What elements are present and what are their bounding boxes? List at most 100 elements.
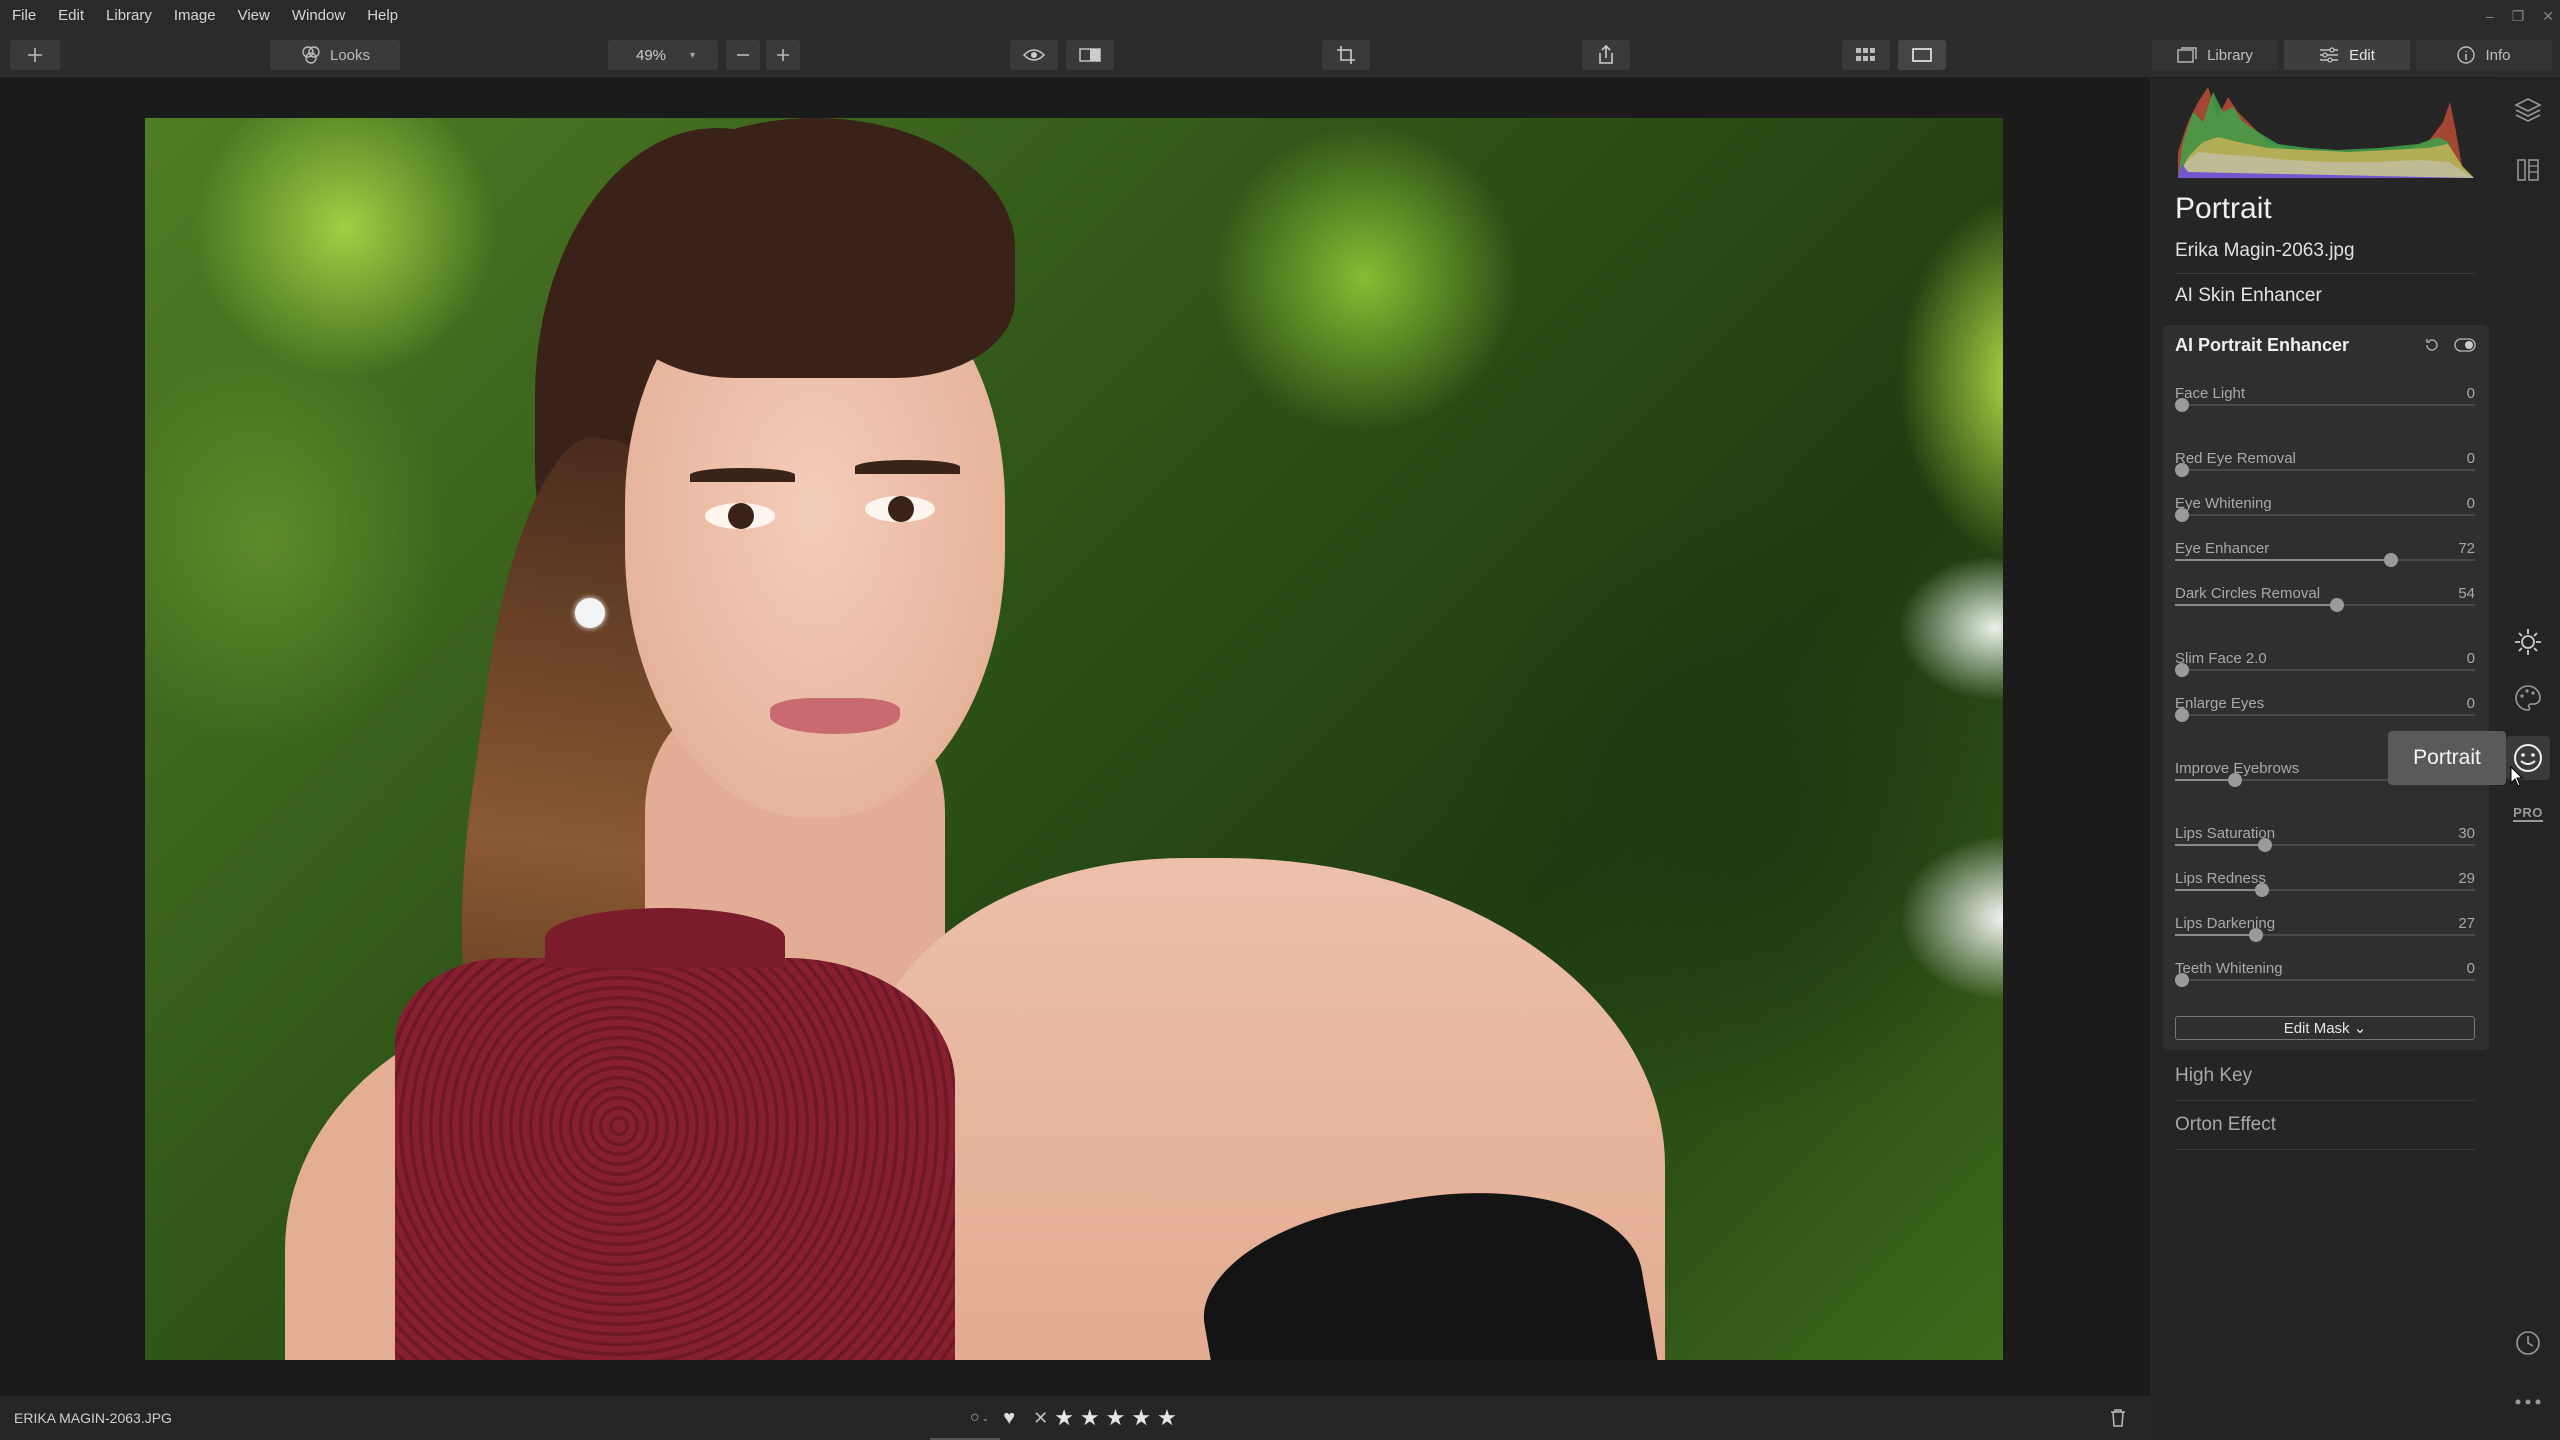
- menu-library[interactable]: Library: [95, 0, 163, 32]
- star-3-icon[interactable]: ★: [1106, 1405, 1126, 1431]
- slider-value: 54: [2458, 585, 2475, 602]
- restore-icon[interactable]: ❐: [2512, 8, 2525, 25]
- slider-track[interactable]: [2175, 838, 2475, 852]
- add-button[interactable]: [10, 40, 60, 70]
- slider-track[interactable]: [2175, 398, 2475, 412]
- section-title-ai-portrait-enhancer[interactable]: AI Portrait Enhancer: [2175, 335, 2349, 356]
- minimize-icon[interactable]: –: [2486, 8, 2494, 24]
- slider-thumb[interactable]: [2255, 883, 2269, 897]
- grid-icon: [1856, 48, 1875, 61]
- slider-value: 0: [2466, 960, 2475, 977]
- slider-value: 72: [2458, 540, 2475, 557]
- slider-thumb[interactable]: [2258, 838, 2272, 852]
- single-view-button[interactable]: [1898, 40, 1946, 70]
- slider-track[interactable]: [2175, 973, 2475, 987]
- slider-value: 0: [2466, 495, 2475, 512]
- compare-button[interactable]: [1066, 40, 1114, 70]
- looks-label: Looks: [329, 46, 371, 64]
- slider-label: Slim Face 2.0: [2175, 650, 2267, 667]
- section-ai-skin-enhancer[interactable]: AI Skin Enhancer: [2175, 285, 2322, 307]
- slider-thumb[interactable]: [2175, 398, 2189, 412]
- slider-thumb[interactable]: [2228, 773, 2242, 787]
- section-orton-effect[interactable]: Orton Effect: [2175, 1114, 2276, 1136]
- zoom-in-button[interactable]: [766, 40, 800, 70]
- slider-track[interactable]: [2175, 883, 2475, 897]
- compare-icon: [1079, 48, 1101, 62]
- presets-icon[interactable]: [2510, 152, 2546, 188]
- tab-info[interactable]: Info: [2416, 40, 2552, 70]
- zoom-out-button[interactable]: [726, 40, 760, 70]
- tooltip-portrait: Portrait: [2388, 731, 2506, 785]
- slider-track[interactable]: [2175, 508, 2475, 522]
- tab-edit-label: Edit: [2349, 46, 2375, 64]
- preview-toggle-button[interactable]: [1010, 40, 1058, 70]
- layers-icon[interactable]: [2510, 92, 2546, 128]
- slider-track[interactable]: [2175, 663, 2475, 677]
- divider: [2175, 1100, 2475, 1101]
- slider-thumb[interactable]: [2175, 663, 2189, 677]
- mouse-cursor-icon: [2510, 766, 2524, 787]
- slider-fill: [2175, 559, 2391, 561]
- slider-thumb[interactable]: [2330, 598, 2344, 612]
- slider-track[interactable]: [2175, 598, 2475, 612]
- favorite-heart-icon[interactable]: ♥: [1003, 1407, 1015, 1430]
- rating-controls: ○ ⌄ ♥ ✕ ★ ★ ★ ★ ★: [970, 1396, 1177, 1440]
- menu-edit[interactable]: Edit: [47, 0, 95, 32]
- window-controls: – ❐ ✕: [2486, 0, 2554, 32]
- slider-thumb[interactable]: [2175, 973, 2189, 987]
- looks-icon: [302, 46, 320, 64]
- slider-thumb[interactable]: [2175, 463, 2189, 477]
- star-1-icon[interactable]: ★: [1054, 1405, 1074, 1431]
- menu-file[interactable]: File: [0, 0, 47, 32]
- grid-view-button[interactable]: [1842, 40, 1890, 70]
- tab-edit[interactable]: Edit: [2284, 40, 2410, 70]
- tab-library[interactable]: Library: [2152, 40, 2278, 70]
- menu-window[interactable]: Window: [281, 0, 356, 32]
- slider-label: Teeth Whitening: [2175, 960, 2283, 977]
- slider-track[interactable]: [2175, 928, 2475, 942]
- zoom-select[interactable]: 49% ▾: [608, 40, 718, 70]
- divider: [2175, 1149, 2475, 1150]
- slider-thumb[interactable]: [2384, 553, 2398, 567]
- menu-image[interactable]: Image: [163, 0, 227, 32]
- edit-mask-button[interactable]: Edit Mask ⌄: [2175, 1016, 2475, 1040]
- slider-track[interactable]: [2175, 708, 2475, 722]
- sun-icon[interactable]: [2510, 624, 2546, 660]
- menu-help[interactable]: Help: [356, 0, 409, 32]
- slider-label: Enlarge Eyes: [2175, 695, 2265, 712]
- slider-value: 27: [2458, 915, 2475, 932]
- slider-thumb[interactable]: [2249, 928, 2263, 942]
- trash-icon[interactable]: [2110, 1408, 2126, 1428]
- slider-label: Dark Circles Removal: [2175, 585, 2321, 602]
- panel-filename: Erika Magin-2063.jpg: [2175, 240, 2355, 261]
- pro-icon[interactable]: PRO: [2510, 796, 2546, 832]
- more-icon[interactable]: [2510, 1384, 2546, 1420]
- section-high-key[interactable]: High Key: [2175, 1065, 2252, 1087]
- star-5-icon[interactable]: ★: [1157, 1405, 1177, 1431]
- crop-button[interactable]: [1322, 40, 1370, 70]
- slider-value: 0: [2466, 450, 2475, 467]
- visibility-toggle-icon[interactable]: [2454, 338, 2476, 352]
- reject-icon[interactable]: ✕: [1033, 1408, 1048, 1429]
- slider-fill: [2175, 889, 2262, 891]
- history-icon[interactable]: [2510, 1325, 2546, 1361]
- slider-thumb[interactable]: [2175, 508, 2189, 522]
- slider-fill: [2175, 934, 2256, 936]
- image-canvas[interactable]: [0, 78, 2150, 1396]
- export-button[interactable]: [1582, 40, 1630, 70]
- chevron-down-icon: ▾: [690, 49, 696, 61]
- palette-icon[interactable]: [2510, 680, 2546, 716]
- looks-button[interactable]: Looks: [270, 40, 400, 70]
- star-4-icon[interactable]: ★: [1131, 1405, 1151, 1431]
- toolbar: Looks 49% ▾ Library Edit Info: [0, 32, 2560, 78]
- single-view-icon: [1912, 48, 1932, 62]
- slider-track[interactable]: [2175, 463, 2475, 477]
- menu-view[interactable]: View: [227, 0, 281, 32]
- reset-icon[interactable]: [2424, 337, 2440, 353]
- slider-track[interactable]: [2175, 553, 2475, 567]
- chevron-down-icon[interactable]: ⌄: [982, 1413, 990, 1424]
- star-2-icon[interactable]: ★: [1080, 1405, 1100, 1431]
- slider-thumb[interactable]: [2175, 708, 2189, 722]
- close-icon[interactable]: ✕: [2542, 8, 2554, 25]
- color-label-icon[interactable]: ○: [970, 1409, 980, 1427]
